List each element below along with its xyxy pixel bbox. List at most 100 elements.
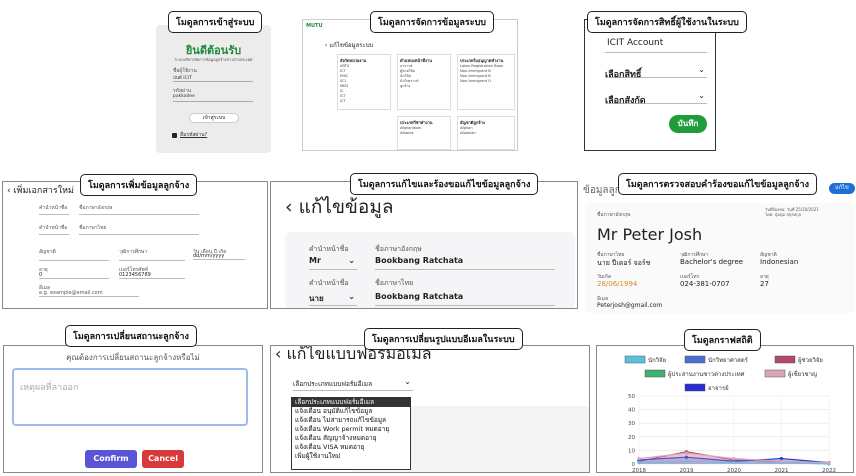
account-name: ICIT Account: [607, 38, 664, 48]
caption-statistics: โมดูลกราฟสถิติ: [684, 329, 761, 351]
x-tick-label: 2021: [775, 468, 789, 473]
email-dropdown: เลือกประเภทแบบฟอร์มอีเมล แจ้งเตือน อนุมั…: [291, 397, 411, 470]
name-en-input[interactable]: [79, 214, 199, 215]
manage-back-label[interactable]: ‹ แก้ไขข้อมูลระบบ: [325, 40, 373, 50]
legend-label: ผู้ประสานงานชาวต่างประเทศ: [668, 371, 745, 378]
role-select[interactable]: เลือกสิทธิ์ ⌄: [605, 62, 707, 80]
age-input[interactable]: 0: [39, 272, 109, 279]
add-employee-header[interactable]: ‹ เพิ่มเอกสารใหม่: [7, 183, 74, 197]
login-button[interactable]: เข้าสู่ระบบ: [189, 113, 239, 123]
legend-label: นักวิทยาศาสตร์: [708, 356, 749, 364]
edit-header[interactable]: ‹ แก้ไขข้อมูล: [285, 192, 394, 222]
review-panel: ข้อมูลลูกจ้าง แก้ไข วันที่ร้องขอ: วันที่…: [581, 181, 856, 313]
edit-request-panel: ‹ แก้ไขข้อมูล คำนำหน้าชื่อ ชื่อภาษาอังกฤ…: [270, 181, 578, 309]
dropdown-option[interactable]: แจ้งเตือน อนุมัติแก้ไขข้อมูล: [292, 407, 410, 416]
unit-select[interactable]: เลือกสังกัด ⌄: [605, 88, 707, 106]
email-type-select[interactable]: เลือกประเภทแบบฟอร์มอีเมล ⌄: [293, 377, 413, 391]
dropdown-option[interactable]: เพิ่มผู้ใช้งานใหม่: [292, 452, 410, 461]
legend-swatch: [644, 369, 666, 378]
confirm-button[interactable]: Confirm: [85, 450, 137, 468]
panel-units-title: สังกัดหน่วยงาน: [340, 58, 367, 63]
email-select-value: เลือกประเภทแบบฟอร์มอีเมล: [293, 380, 373, 388]
edit-badge[interactable]: แก้ไข: [829, 183, 855, 194]
panel-workpermit-title: ประเภทใบอนุญาตทำงาน: [460, 58, 504, 63]
title-th-select[interactable]: [39, 234, 69, 235]
title-th-value: นาย: [309, 294, 324, 303]
name-th-label: ชื่อภาษาไทย: [79, 225, 107, 231]
email-value: Peterjosh@gmail.com: [597, 302, 663, 309]
caption-email-template: โมดูลการเปลี่ยนรูปแบบอีเมลในระบบ: [364, 328, 523, 350]
legend-label: อาจารย์: [708, 384, 729, 392]
dropdown-option[interactable]: แจ้งเตือน Work permit หมดอายุ: [292, 425, 410, 434]
dob-value: 28/06/1994: [597, 280, 638, 288]
name-label: ชื่อภาษาอังกฤษ: [597, 212, 631, 218]
name-th-input[interactable]: [79, 234, 199, 235]
nationality-label: สัญชาติ: [39, 249, 56, 255]
y-tick-label: 50: [628, 394, 635, 400]
data-point: [827, 461, 831, 465]
cancel-button[interactable]: Cancel: [142, 450, 184, 468]
name-en-label: ชื่อภาษาอังกฤษ: [375, 245, 422, 253]
dropdown-option[interactable]: แจ้งเตือน VISA หมดอายุ: [292, 443, 410, 452]
list-item[interactable]: Albanian: [460, 131, 512, 136]
title-select[interactable]: [39, 214, 69, 215]
legend-label: ผู้เชี่ยวชาญ: [788, 370, 817, 378]
dropdown-option[interactable]: แจ้งเตือน ไม่สามารถแก้ไขข้อมูล: [292, 416, 410, 425]
y-tick-label: 10: [628, 448, 635, 454]
dob-input[interactable]: dd/mm/yyyy: [193, 253, 245, 260]
name-th-label: ชื่อภาษาไทย: [375, 279, 414, 287]
x-tick-label: 2019: [680, 468, 694, 473]
role-select-value: เลือกสิทธิ์: [605, 70, 642, 80]
title-th-select[interactable]: นาย ⌄: [309, 292, 357, 306]
list-item[interactable]: Non-Immigrant O: [460, 79, 512, 84]
list-item[interactable]: Albania: [400, 131, 448, 136]
degree-select[interactable]: [119, 260, 185, 261]
panel-visa: ประเภทวีซ่าทำงาน Afghanistan Albania: [397, 116, 451, 150]
panel-positions-list: อาจารย์ ผู้ช่วยวิจัย นักวิจัย นักวิเคราะ…: [400, 64, 448, 89]
list-item[interactable]: ลูกจ้าง: [400, 84, 448, 89]
add-employee-panel: ‹ เพิ่มเอกสารใหม่ คำนำหน้าชื่อ ชื่อภาษาอ…: [2, 181, 268, 309]
login-panel: ยินดีต้อนรับ ระบบบริหารจัดการข้อมูลลูกจ้…: [156, 25, 271, 153]
panel-workpermit-list: Labor Registration Book Non-Immigrant B …: [460, 64, 512, 84]
nationality-select[interactable]: [39, 260, 109, 261]
legend-swatch: [624, 355, 646, 364]
manage-back-text: แก้ไขข้อมูลระบบ: [329, 42, 374, 49]
title-label: คำนำหน้าชื่อ: [39, 205, 68, 211]
manage-grid: สังกัดหน่วยงาน ARTS ICT ENG SCI MED IC I…: [337, 54, 517, 150]
name-th-value: นาย ปีเตอร์ จอร์ช: [597, 259, 651, 267]
data-point: [779, 459, 784, 463]
title-en-value: Mr: [309, 256, 321, 265]
name-en-label: ชื่อภาษาอังกฤษ: [79, 205, 113, 211]
name-th-input[interactable]: Bookbang Ratchata: [375, 292, 555, 306]
age-value: 27: [760, 280, 769, 288]
chevron-down-icon: ⌄: [698, 65, 705, 74]
x-tick-label: 2018: [632, 468, 646, 473]
data-point: [779, 456, 784, 461]
dropdown-option[interactable]: แจ้งเตือน สัญญาจ้างหมดอายุ: [292, 434, 410, 443]
account-underline: [605, 52, 707, 53]
title-en-select[interactable]: Mr ⌄: [309, 256, 357, 270]
list-item[interactable]: ICT: [340, 99, 388, 104]
legend-label: นักวิจัย: [648, 357, 666, 364]
reason-textarea[interactable]: เหตุผลที่ลาออก: [12, 368, 248, 426]
dropdown-option-selected[interactable]: เลือกประเภทแบบฟอร์มอีเมล: [292, 398, 410, 407]
email-panel: ‹ แก้ไขแบบฟอร์มอีเมล เลือกประเภทแบบฟอร์ม…: [270, 345, 590, 473]
email-input[interactable]: e.g. example@email.com: [39, 290, 139, 297]
x-tick-label: 2022: [822, 468, 836, 473]
caption-edit-request: โมดูลการแก้ไขและร้องขอแก้ไขข้อมูลลูกจ้าง: [350, 173, 539, 195]
phone-input[interactable]: 0123456789: [119, 272, 185, 279]
save-button[interactable]: บันทึก: [669, 115, 707, 133]
degree-value: Bachelor's degree: [680, 258, 744, 266]
add-form: คำนำหน้าชื่อ ชื่อภาษาอังกฤษ คำนำหน้าชื่อ…: [33, 204, 253, 308]
username-field[interactable]: ปนต์ ICIT: [173, 74, 253, 82]
password-field[interactable]: pakkadee: [173, 94, 253, 102]
forgot-password-link[interactable]: ลืมรหัสผ่าน?: [180, 131, 207, 139]
x-tick-label: 2020: [727, 468, 741, 473]
title-en-label: คำนำหน้าชื่อ: [309, 245, 349, 253]
unit-select-value: เลือกสังกัด: [605, 96, 646, 106]
data-point: [732, 456, 736, 461]
name-en-input[interactable]: Bookbang Ratchata: [375, 256, 555, 270]
caption-manage-data: โมดูลการจัดการข้อมูลระบบ: [370, 11, 495, 33]
y-tick-label: 20: [628, 435, 635, 441]
panel-positions: ตำแหน่งหน้าที่งาน อาจารย์ ผู้ช่วยวิจัย น…: [397, 54, 451, 110]
